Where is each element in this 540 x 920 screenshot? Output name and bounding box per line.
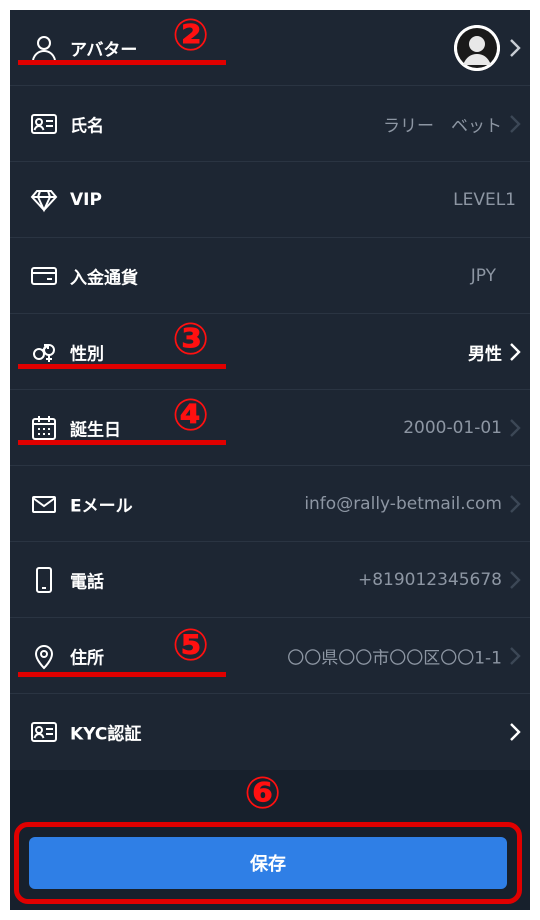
row-kyc[interactable]: KYC認証 xyxy=(10,694,530,770)
row-avatar[interactable]: アバター xyxy=(10,10,530,86)
row-birthday[interactable]: 誕生日 2000-01-01 xyxy=(10,390,530,466)
row-phone[interactable]: 電話 +819012345678 xyxy=(10,542,530,618)
annotation-underline-birthday xyxy=(18,440,226,445)
chevron-right-icon xyxy=(508,721,522,743)
gender-icon xyxy=(28,336,60,368)
row-label-avatar: アバター xyxy=(70,40,138,60)
id-card-icon xyxy=(28,108,60,140)
row-deposit-currency: 入金通貨 JPY xyxy=(10,238,530,314)
row-label-kyc: KYC認証 xyxy=(70,724,142,745)
phone-value: +819012345678 xyxy=(357,569,502,590)
profile-settings-list: アバター 氏名 ラリー ベット VIP LEVEL1 入金通貨 JPY 性別 男… xyxy=(10,10,530,770)
mail-icon xyxy=(28,488,60,520)
annotation-marker-3: ③ xyxy=(172,314,210,365)
chevron-right-icon xyxy=(508,493,522,515)
save-button-highlight: 保存 xyxy=(14,822,522,904)
gender-value: 男性 xyxy=(468,344,502,364)
card-icon xyxy=(28,260,60,292)
row-label-name: 氏名 xyxy=(70,116,104,136)
annotation-marker-2: ② xyxy=(172,10,210,61)
row-label-gender: 性別 xyxy=(70,344,104,364)
annotation-marker-4: ④ xyxy=(172,390,210,441)
row-label-birthday: 誕生日 xyxy=(70,420,121,440)
vip-level-value: LEVEL1 xyxy=(453,189,516,210)
row-label-vip: VIP xyxy=(70,189,102,210)
person-icon xyxy=(28,32,60,64)
annotation-underline-avatar xyxy=(18,60,226,65)
address-value: 〇〇県〇〇市〇〇区〇〇1-1 xyxy=(287,648,502,668)
avatar[interactable] xyxy=(454,24,500,71)
diamond-icon xyxy=(28,184,60,216)
chevron-right-icon xyxy=(508,645,522,667)
chevron-right-icon xyxy=(508,341,522,363)
currency-value: JPY xyxy=(470,265,496,286)
annotation-underline-gender xyxy=(18,364,226,369)
chevron-right-icon xyxy=(508,417,522,439)
kyc-card-icon xyxy=(28,716,60,748)
location-pin-icon xyxy=(28,640,60,672)
annotation-marker-6: ⑥ xyxy=(244,768,282,819)
annotation-underline-address xyxy=(18,672,226,677)
phone-icon xyxy=(28,564,60,596)
annotation-marker-5: ⑤ xyxy=(172,620,210,671)
row-vip: VIP LEVEL1 xyxy=(10,162,530,238)
row-email[interactable]: Eメール info@rally-betmail.com xyxy=(10,466,530,542)
email-value: info@rally-betmail.com xyxy=(304,493,502,514)
row-label-deposit-currency: 入金通貨 xyxy=(70,268,138,288)
row-address[interactable]: 住所 〇〇県〇〇市〇〇区〇〇1-1 xyxy=(10,618,530,694)
name-value: ラリー ベット xyxy=(383,116,502,136)
calendar-icon xyxy=(28,412,60,444)
chevron-right-icon xyxy=(508,37,522,59)
row-name[interactable]: 氏名 ラリー ベット xyxy=(10,86,530,162)
row-label-phone: 電話 xyxy=(70,572,104,592)
row-label-email: Eメール xyxy=(70,496,133,516)
chevron-right-icon xyxy=(508,569,522,591)
birthday-value: 2000-01-01 xyxy=(403,417,502,438)
row-label-address: 住所 xyxy=(70,648,104,668)
save-button[interactable]: 保存 xyxy=(29,837,507,889)
row-gender[interactable]: 性別 男性 xyxy=(10,314,530,390)
chevron-right-icon xyxy=(508,113,522,135)
